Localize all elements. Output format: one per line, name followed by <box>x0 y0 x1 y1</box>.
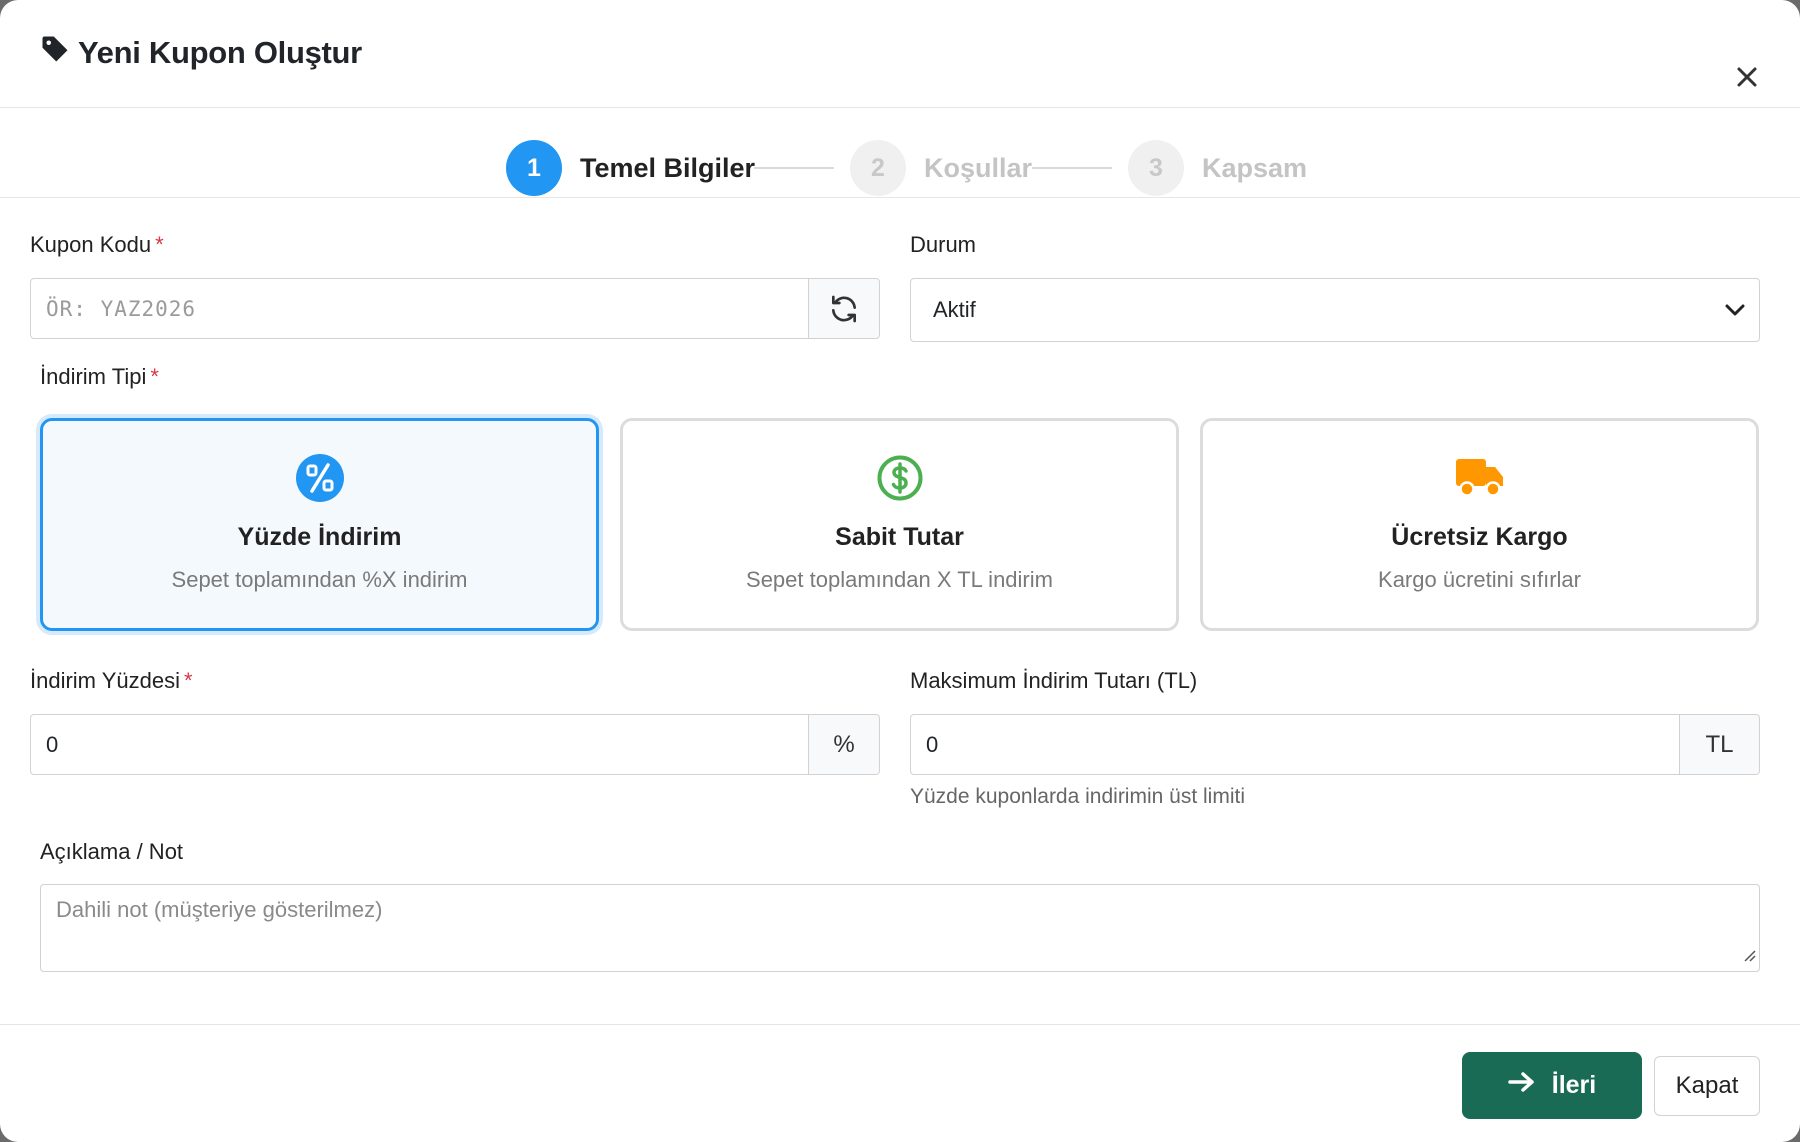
status-selected-value: Aktif <box>933 297 976 322</box>
discount-percent-input[interactable]: 0 <box>30 714 809 775</box>
step-label: Kapsam <box>1202 152 1308 183</box>
max-discount-label: Maksimum İndirim Tutarı (TL) <box>910 668 1198 693</box>
status-select[interactable]: Aktif <box>910 278 1760 342</box>
tag-icon <box>40 34 70 72</box>
card-description: Sepet toplamından %X indirim <box>171 567 468 592</box>
step-number: 1 <box>506 140 562 196</box>
discount-type-free-shipping-card[interactable]: Ücretsiz Kargo Kargo ücretini sıfırlar <box>1200 418 1759 631</box>
note-label: Açıklama / Not <box>40 839 184 864</box>
create-coupon-modal: Yeni Kupon Oluştur 1 Temel Bilgiler 2 Ko… <box>0 0 1800 1142</box>
note-placeholder: Dahili not (müşteriye gösterilmez) <box>56 897 383 922</box>
next-button-label: İleri <box>1551 1071 1597 1099</box>
step-kapsam[interactable]: 3 Kapsam <box>1128 140 1307 196</box>
coupon-code-group: ÖR: YAZ2026 <box>30 278 880 339</box>
chevron-down-icon <box>1725 297 1745 323</box>
card-description: Kargo ücretini sıfırlar <box>1378 567 1581 592</box>
modal-footer: İleri Kapat <box>0 1024 1800 1142</box>
card-description: Sepet toplamından X TL indirim <box>746 567 1053 592</box>
close-button[interactable]: Kapat <box>1654 1056 1760 1116</box>
arrow-right-icon <box>1508 1071 1536 1100</box>
discount-percent-label-text: İndirim Yüzdesi <box>30 668 180 693</box>
step-connector <box>754 167 834 169</box>
card-title: Sabit Tutar <box>835 523 964 551</box>
step-label: Koşullar <box>924 152 1033 183</box>
discount-percent-label: İndirim Yüzdesi * <box>30 668 193 694</box>
step-number: 3 <box>1128 140 1184 196</box>
coupon-code-input[interactable]: ÖR: YAZ2026 <box>30 278 809 339</box>
required-mark: * <box>155 232 164 257</box>
max-discount-input[interactable]: 0 <box>910 714 1680 775</box>
dollar-icon <box>875 453 925 503</box>
discount-type-label-text: İndirim Tipi <box>40 364 147 389</box>
discount-percent-group: 0 % <box>30 714 880 775</box>
max-discount-help: Yüzde kuponlarda indirimin üst limiti <box>910 785 1245 808</box>
currency-addon: TL <box>1680 714 1760 775</box>
required-mark: * <box>184 668 193 693</box>
step-label: Temel Bilgiler <box>580 152 756 183</box>
discount-type-fixed-card[interactable]: Sabit Tutar Sepet toplamından X TL indir… <box>620 418 1179 631</box>
modal-title-text: Yeni Kupon Oluştur <box>78 35 362 70</box>
note-textarea[interactable]: Dahili not (müşteriye gösterilmez) <box>40 884 1760 972</box>
percent-addon: % <box>809 714 880 775</box>
status-label: Durum <box>910 232 977 257</box>
close-icon[interactable] <box>1730 60 1764 94</box>
coupon-code-label-text: Kupon Kodu <box>30 232 152 257</box>
step-connector <box>1032 167 1112 169</box>
step-number: 2 <box>850 140 906 196</box>
discount-type-label: İndirim Tipi * <box>40 364 159 390</box>
discount-type-percent-card[interactable]: Yüzde İndirim Sepet toplamından %X indir… <box>40 418 599 631</box>
modal-title: Yeni Kupon Oluştur <box>40 34 362 72</box>
required-mark: * <box>150 364 159 389</box>
resize-grip-icon[interactable] <box>1742 942 1756 968</box>
step-temel-bilgiler[interactable]: 1 Temel Bilgiler <box>506 140 755 196</box>
truck-icon <box>1455 453 1505 503</box>
max-discount-group: 0 TL <box>910 714 1760 775</box>
modal-header: Yeni Kupon Oluştur <box>0 0 1800 108</box>
card-title: Yüzde İndirim <box>237 523 402 551</box>
next-button[interactable]: İleri <box>1462 1052 1642 1119</box>
step-kosullar[interactable]: 2 Koşullar <box>850 140 1032 196</box>
percent-icon <box>295 453 345 503</box>
card-title: Ücretsiz Kargo <box>1391 523 1568 551</box>
coupon-code-label: Kupon Kodu * <box>30 232 164 258</box>
stepper: 1 Temel Bilgiler 2 Koşullar 3 Kapsam <box>0 108 1800 198</box>
refresh-icon[interactable] <box>809 278 880 339</box>
